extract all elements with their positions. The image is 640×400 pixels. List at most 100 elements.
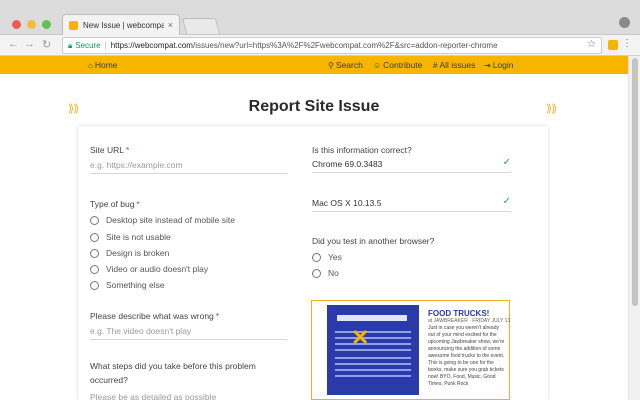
radio-button[interactable] [90, 248, 99, 258]
ad-subtitle: at JAWBREAKER · FRIDAY JULY 13 [428, 318, 511, 324]
poster-line [335, 331, 411, 333]
nav-search-label: Search [335, 60, 363, 70]
bug-type-label: Type of bug * [90, 199, 140, 209]
os-version-field[interactable]: Mac OS X 10.13.5 ✓ [312, 196, 511, 212]
reload-icon[interactable]: ↻ [42, 38, 51, 51]
minimize-window-button[interactable] [27, 20, 36, 29]
hash-icon: # [433, 60, 438, 70]
bug-type-label-text: Type of bug [90, 199, 135, 209]
site-url-label-text: Site URL [90, 145, 125, 155]
required-mark: * [126, 145, 130, 155]
new-tab-button[interactable] [181, 18, 221, 34]
poster-line [335, 375, 411, 377]
poster-line [335, 337, 411, 339]
site-nav: ⌂ Home ⚲ Search ☺ Contribute # All issue… [0, 56, 640, 74]
url-text: https://webcompat.com/issues/new?url=htt… [111, 41, 498, 50]
tested-option-no[interactable]: No [312, 268, 339, 278]
poster-line [335, 343, 411, 345]
page-title: Report Site Issue [248, 98, 380, 115]
browser-toolbar: ← → ↻ 🔒︎ Secure | https://webcompat.com/… [0, 35, 640, 56]
url-separator: | [104, 41, 107, 50]
menu-icon[interactable]: ⋮ [622, 38, 632, 49]
bug-type-option[interactable]: Desktop site instead of mobile site [90, 215, 235, 225]
check-icon: ✓ [502, 196, 511, 207]
forward-icon[interactable]: → [24, 38, 35, 50]
nav-contribute-label: Contribute [383, 60, 423, 70]
bug-type-option-label: Something else [106, 280, 165, 290]
ad-poster-image [327, 305, 419, 395]
describe-label: Please describe what was wrong * [90, 311, 219, 321]
radio-button[interactable] [90, 215, 99, 225]
radio-button[interactable] [312, 268, 321, 278]
required-mark: * [215, 311, 220, 321]
search-icon: ⚲ [328, 60, 334, 70]
bookmark-star-icon[interactable]: ☆ [587, 39, 596, 50]
browser-tab[interactable]: New Issue | webcompat.com × [62, 14, 180, 35]
bug-type-option[interactable]: Something else [90, 280, 165, 290]
steps-label-line1: What steps did you take before this prob… [90, 361, 256, 371]
back-icon[interactable]: ← [8, 38, 19, 50]
bug-type-option-label: Design is broken [106, 248, 170, 258]
bug-type-option-label: Video or audio doesn't play [106, 264, 209, 274]
bug-type-option[interactable]: Design is broken [90, 248, 169, 258]
url-domain: https://webcompat.com [110, 41, 193, 50]
favicon-icon [69, 20, 78, 30]
people-icon: ☺ [373, 60, 382, 70]
login-icon: ⇥ [484, 60, 491, 70]
ad-text: Just in case you weren't already out of … [428, 325, 505, 387]
radio-button[interactable] [90, 232, 99, 242]
poster-heading [337, 315, 407, 321]
nav-login-label: Login [492, 60, 514, 70]
bug-type-option-label: Site is not usable [106, 232, 171, 242]
profile-icon[interactable] [619, 17, 630, 28]
poster-line [335, 349, 411, 351]
nav-login-link[interactable]: ⇥ Login [484, 60, 514, 70]
nav-issues-link[interactable]: # All issues [433, 60, 475, 70]
bug-type-option-label: Desktop site instead of mobile site [106, 215, 235, 225]
poster-line [335, 357, 411, 359]
bug-type-option[interactable]: Site is not usable [90, 232, 171, 242]
tested-option-yes[interactable]: Yes [312, 252, 342, 262]
maximize-window-button[interactable] [42, 20, 51, 29]
ad-title: FOOD TRUCKS! [428, 309, 490, 318]
poster-line [335, 363, 411, 365]
page-scrollbar[interactable] [628, 56, 640, 400]
check-icon: ✓ [502, 157, 511, 168]
address-bar[interactable]: 🔒︎ Secure | https://webcompat.com/issues… [62, 37, 602, 54]
nav-issues-label: All issues [439, 60, 476, 70]
nav-search-link[interactable]: ⚲ Search [328, 60, 363, 70]
steps-label-line2: occurred? [90, 375, 128, 385]
nav-home-label: Home [94, 60, 118, 70]
tab-title: New Issue | webcompat.com [83, 20, 164, 30]
describe-label-text: Please describe what was wrong [90, 311, 214, 321]
advertisement-banner[interactable]: ✕ FOOD TRUCKS! at JAWBREAKER · FRIDAY JU… [311, 300, 510, 400]
radio-button[interactable] [90, 264, 99, 274]
browser-titlebar: New Issue | webcompat.com × [0, 0, 640, 35]
browser-version-field[interactable]: Chrome 69.0.3483 ✓ [312, 157, 511, 173]
radio-button[interactable] [90, 280, 99, 290]
site-url-input[interactable]: e.g. https://example.com [90, 160, 287, 174]
close-window-button[interactable] [12, 20, 21, 29]
tab-close-icon[interactable]: × [168, 20, 173, 30]
tested-option-label: No [328, 268, 339, 278]
browser-version-value: Chrome 69.0.3483 [312, 159, 383, 169]
required-mark: * [136, 199, 140, 209]
os-version-value: Mac OS X 10.13.5 [312, 198, 382, 208]
decoration-right-icon: ⟫⟫ [546, 103, 557, 115]
info-correct-label: Is this information correct? [312, 145, 412, 155]
nav-home-link[interactable]: ⌂ Home [88, 60, 118, 70]
bug-type-option[interactable]: Video or audio doesn't play [90, 264, 208, 274]
steps-input[interactable]: Please be as detailed as possible [90, 392, 287, 400]
poster-line [335, 369, 411, 371]
tested-option-label: Yes [328, 252, 342, 262]
home-icon: ⌂ [88, 60, 93, 70]
scrollbar-thumb[interactable] [632, 58, 638, 306]
lock-icon: 🔒︎ [68, 40, 73, 50]
secure-label: Secure [75, 41, 101, 50]
describe-input[interactable]: e.g. The video doesn't play [90, 326, 287, 340]
extension-icon[interactable] [608, 40, 618, 50]
site-url-label: Site URL * [90, 145, 129, 155]
nav-contribute-link[interactable]: ☺ Contribute [373, 60, 422, 70]
url-path: /issues/new?url=https%3A%2F%2Fwebcompat.… [192, 41, 498, 50]
radio-button[interactable] [312, 252, 321, 262]
